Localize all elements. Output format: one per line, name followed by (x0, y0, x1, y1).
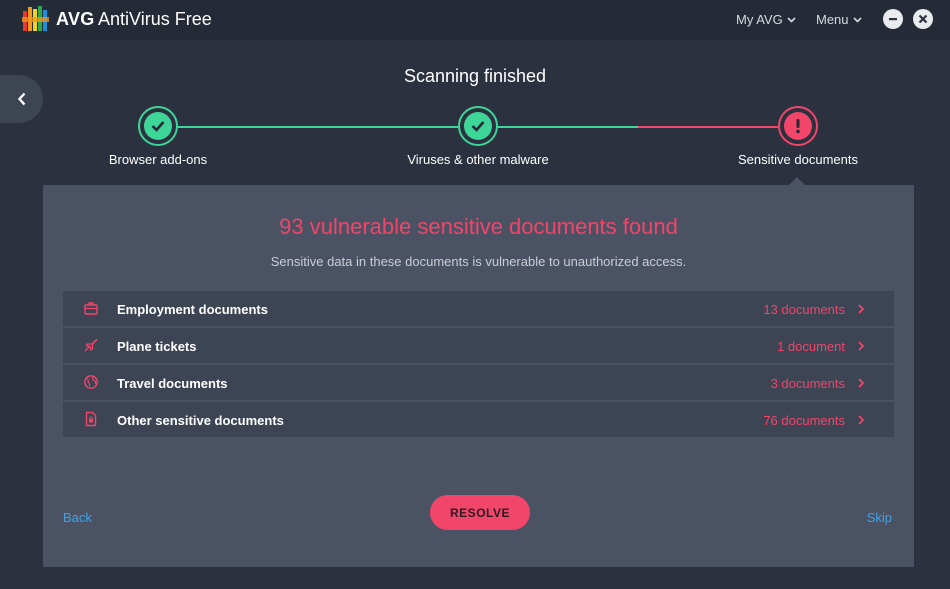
step-browser-addons (138, 106, 178, 146)
plane-icon (84, 338, 98, 352)
step-sensitive-documents (778, 106, 818, 146)
chevron-right-icon (858, 341, 864, 351)
panel-pointer (789, 177, 805, 185)
step-inner (144, 112, 172, 140)
close-button[interactable] (913, 9, 933, 29)
chevron-down-icon (787, 16, 796, 23)
category-count: 13 documents (763, 302, 845, 317)
back-link[interactable]: Back (63, 510, 92, 525)
menu-button[interactable]: Menu (816, 12, 862, 27)
category-row-plane-tickets[interactable]: Plane tickets 1 document (63, 328, 894, 363)
step-label-browser-addons: Browser add-ons (108, 152, 208, 167)
category-row-travel[interactable]: Travel documents 3 documents (63, 365, 894, 400)
chevron-left-icon (17, 92, 25, 106)
chevron-down-icon (852, 16, 862, 23)
checkmark-icon (151, 121, 165, 132)
brand-name: AVG (56, 9, 95, 29)
step-viruses (458, 106, 498, 146)
results-subline: Sensitive data in these documents is vul… (270, 254, 687, 269)
step-label-sensitive-documents: Sensitive documents (738, 152, 858, 167)
category-count: 1 document (777, 339, 845, 354)
skip-link[interactable]: Skip (867, 510, 892, 525)
progress-track-2-done (498, 126, 638, 128)
menu-label: Menu (816, 12, 849, 27)
results-panel: 93 vulnerable sensitive documents found … (43, 185, 914, 567)
category-name: Travel documents (117, 376, 228, 391)
exclamation-icon (796, 119, 800, 134)
category-row-employment[interactable]: Employment documents 13 documents (63, 291, 894, 326)
step-label-viruses: Viruses & other malware (407, 152, 549, 167)
category-count: 76 documents (763, 413, 845, 428)
minimize-button[interactable] (883, 9, 903, 29)
my-avg-label: My AVG (736, 12, 783, 27)
chevron-right-icon (858, 304, 864, 314)
scan-title: Scanning finished (403, 66, 547, 86)
progress-track-1 (178, 126, 458, 128)
resolve-button[interactable]: RESOLVE (430, 495, 530, 530)
results-headline: 93 vulnerable sensitive documents found (279, 214, 678, 239)
globe-icon (84, 375, 98, 389)
minimize-icon (889, 18, 897, 21)
close-icon (918, 14, 928, 24)
category-name: Other sensitive documents (117, 413, 284, 428)
document-category-list: Employment documents 13 documents Plane … (63, 291, 894, 439)
product-name: AntiVirus Free (98, 9, 212, 29)
step-inner (464, 112, 492, 140)
progress-track-2-alert (638, 126, 778, 128)
chevron-right-icon (858, 378, 864, 388)
chevron-right-icon (858, 415, 864, 425)
briefcase-icon (84, 302, 98, 315)
category-name: Plane tickets (117, 339, 197, 354)
avg-logo-icon (22, 6, 49, 31)
my-avg-menu[interactable]: My AVG (736, 12, 796, 27)
category-name: Employment documents (117, 302, 268, 317)
step-inner (784, 112, 812, 140)
document-lock-icon (85, 411, 97, 427)
title-bar: AVG AntiVirus Free My AVG Menu (0, 0, 950, 40)
checkmark-icon (471, 121, 485, 132)
category-count: 3 documents (770, 376, 845, 391)
category-row-other[interactable]: Other sensitive documents 76 documents (63, 402, 894, 437)
